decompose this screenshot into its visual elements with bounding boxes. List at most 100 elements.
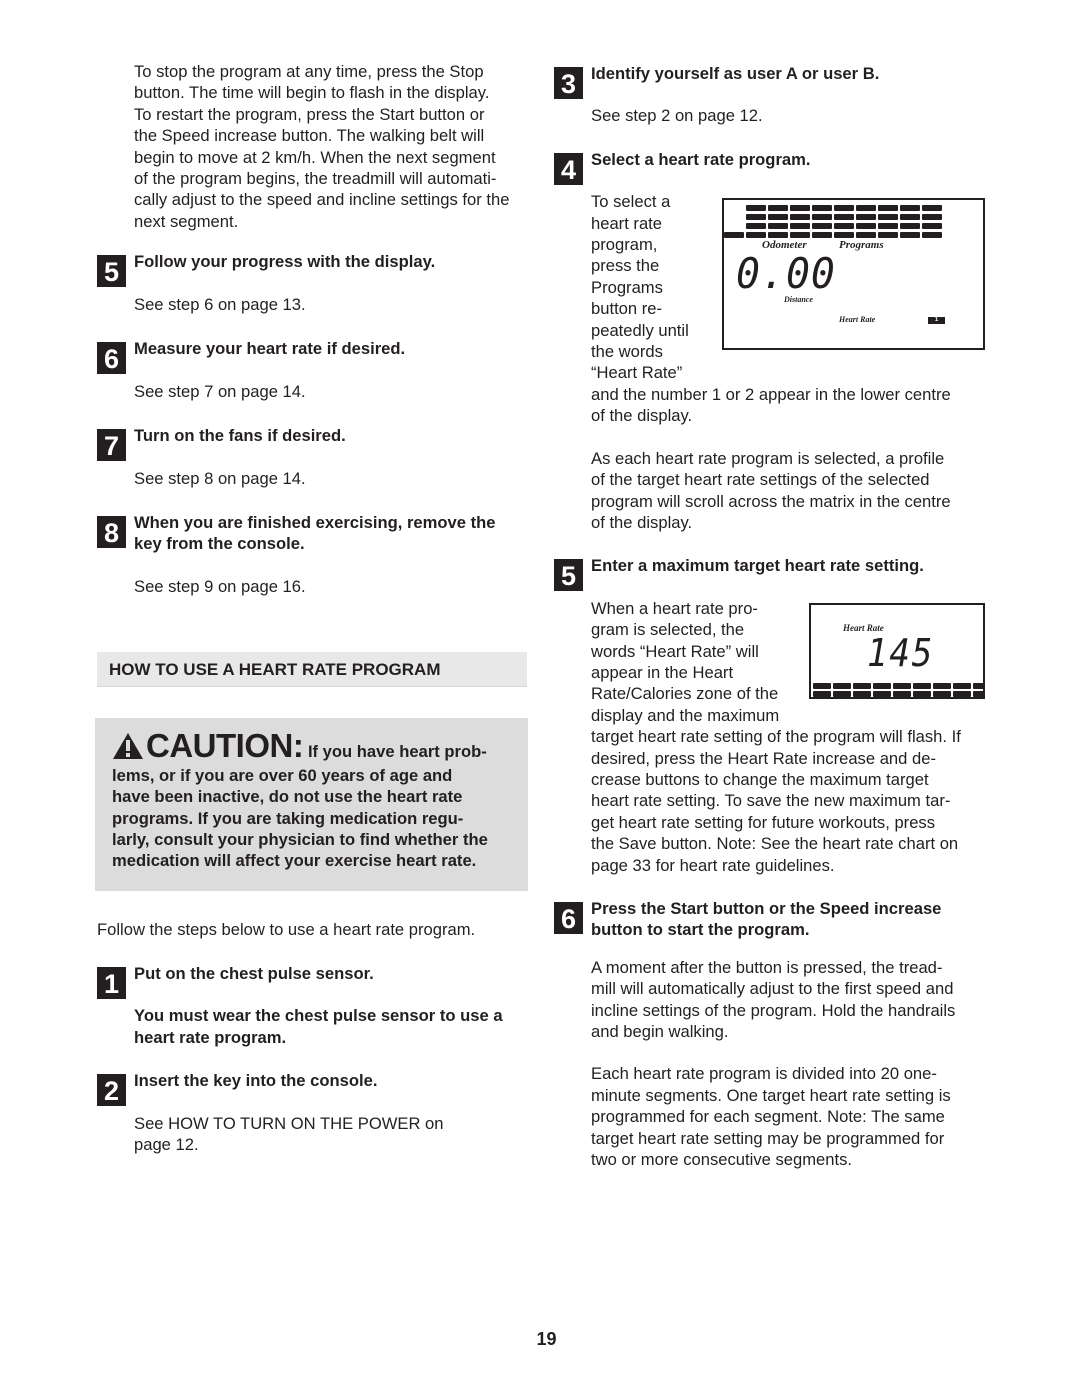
matrix-segment	[746, 213, 766, 220]
step-6-measure-heart-rate: 6 Measure your heart rate if desired. Se…	[97, 338, 529, 403]
text-line: the Save button. Note: See the heart rat…	[591, 834, 959, 854]
text-line: page 12.	[134, 1135, 199, 1155]
text-line: “Heart Rate”	[591, 363, 683, 383]
text-line: program will scroll across the matrix in…	[591, 491, 951, 511]
step-body: See HOW TO TURN ON THE POWER on page 12.	[134, 1113, 529, 1156]
step-number-badge: 3	[554, 67, 583, 99]
text-line: display and the maximum	[591, 705, 780, 725]
matrix-segment	[873, 683, 891, 689]
text-line: next segment.	[134, 211, 239, 231]
step-title: Measure your heart rate if desired.	[134, 339, 406, 359]
step-body: See step 8 on page 14.	[134, 469, 306, 489]
matrix-segment	[812, 222, 832, 229]
matrix-segment	[746, 231, 766, 238]
matrix-segment	[878, 213, 898, 220]
text-line: As each heart rate program is selected, …	[591, 448, 945, 468]
text-line: cally adjust to the speed and incline se…	[134, 190, 510, 210]
text-line: page 33 for heart rate guidelines.	[591, 855, 835, 875]
text-line: crease buttons to change the maximum tar…	[591, 769, 929, 789]
text-line: Each heart rate program is divided into …	[591, 1064, 937, 1084]
matrix-segment	[746, 222, 766, 229]
step-number-badge: 7	[97, 428, 126, 461]
step-body-para2: Each heart rate program is divided into …	[591, 1063, 986, 1170]
hr-steps-left: 1 Put on the chest pulse sensor. You mus…	[97, 963, 529, 1155]
step-title: Follow your progress with the display.	[134, 252, 436, 272]
text-line: mill will automatically adjust to the fi…	[591, 979, 954, 999]
matrix-segment	[834, 231, 854, 238]
text-line: of the program begins, the treadmill wil…	[134, 169, 497, 189]
step-number-badge: 5	[554, 559, 583, 592]
caution-text-line: larly, consult your physician to find wh…	[112, 829, 488, 849]
step-body: See step 6 on page 13.	[134, 294, 306, 314]
step-1-chest-sensor: 1 Put on the chest pulse sensor. You mus…	[97, 963, 529, 1048]
step-number-badge: 5	[97, 255, 126, 288]
program-number-indicator: 1	[928, 317, 945, 324]
matrix-segment	[913, 683, 931, 689]
step-number-badge: 1	[97, 967, 126, 999]
step-title-line: button to start the program.	[591, 920, 810, 940]
step-title: Select a heart rate program.	[591, 149, 811, 169]
matrix-segment	[900, 213, 920, 220]
text-line: A moment after the button is pressed, th…	[591, 957, 943, 977]
section-header: HOW TO USE A HEART RATE PROGRAM	[97, 652, 527, 687]
step-title-line: key from the console.	[134, 534, 305, 554]
intro-paragraph: To stop the program at any time, press t…	[97, 61, 529, 232]
step-title: Insert the key into the console.	[134, 1071, 378, 1091]
manual-page: To stop the program at any time, press t…	[0, 0, 1080, 1397]
caution-heading: CAUTION:	[146, 727, 304, 764]
step-title: Enter a maximum target heart rate settin…	[591, 556, 924, 576]
left-column: To stop the program at any time, press t…	[97, 61, 529, 597]
caution-box: CAUTION: If you have heart prob- lems, o…	[95, 718, 528, 891]
text-line: button. The time will begin to flash in …	[134, 83, 490, 103]
text-line: heart rate setting. To save the new maxi…	[591, 791, 951, 811]
matrix-segment	[922, 222, 942, 229]
step-number-badge: 6	[554, 902, 583, 934]
matrix-segment	[922, 231, 942, 238]
matrix-segment	[973, 691, 983, 697]
text-line: get heart rate setting for future workou…	[591, 812, 936, 832]
text-line: See HOW TO TURN ON THE POWER on	[134, 1113, 444, 1133]
matrix-segment	[790, 204, 810, 211]
step-number-badge: 2	[97, 1074, 126, 1107]
matrix-segment	[834, 222, 854, 229]
matrix-segment	[768, 231, 788, 238]
caution-first-line: CAUTION: If you have heart prob-	[112, 729, 513, 765]
text-line: To stop the program at any time, press t…	[134, 62, 484, 81]
matrix-segment	[873, 691, 891, 697]
distance-label: Distance	[784, 295, 813, 304]
step-7-turn-on-fans: 7 Turn on the fans if desired. See step …	[97, 425, 529, 490]
matrix-segment	[878, 204, 898, 211]
matrix-segment	[856, 204, 876, 211]
text-line: and the number 1 or 2 appear in the lowe…	[591, 384, 951, 404]
matrix-segment	[856, 231, 876, 238]
matrix-segment	[878, 222, 898, 229]
text-line: of the display.	[591, 406, 693, 426]
matrix-segment	[812, 231, 832, 238]
matrix-segment	[893, 683, 911, 689]
matrix-segment	[833, 691, 851, 697]
step-3-identify-user: 3 Identify yourself as user A or user B.…	[554, 63, 986, 127]
matrix-segment	[724, 231, 744, 238]
matrix-segment	[856, 222, 876, 229]
matrix-segment	[973, 683, 983, 689]
profile-matrix	[811, 683, 983, 697]
step-number-badge: 8	[97, 515, 126, 548]
matrix-segment	[853, 691, 871, 697]
matrix-segment	[953, 683, 971, 689]
step-title: Put on the chest pulse sensor.	[134, 964, 374, 983]
matrix-segment	[834, 213, 854, 220]
step-body: See step 9 on page 16.	[134, 576, 306, 596]
console-display-program-select: Odometer Programs 0.00 Distance Heart Ra…	[722, 198, 985, 350]
profile-matrix	[724, 200, 983, 240]
step-note: You must wear the chest pulse sensor to …	[134, 1005, 529, 1048]
step-8-remove-key: 8 When you are finished exercising, remo…	[97, 512, 529, 597]
matrix-segment	[813, 683, 831, 689]
distance-readout: 0.00	[736, 249, 836, 298]
step-body: See step 7 on page 14.	[134, 382, 306, 402]
heart-rate-readout: 145	[867, 631, 935, 675]
matrix-segment	[790, 213, 810, 220]
console-display-heart-rate: Heart Rate 145	[809, 603, 985, 699]
page-number: 19	[536, 1329, 557, 1349]
matrix-segment	[768, 222, 788, 229]
step-6-start-program: 6 Press the Start button or the Speed in…	[554, 898, 986, 1170]
